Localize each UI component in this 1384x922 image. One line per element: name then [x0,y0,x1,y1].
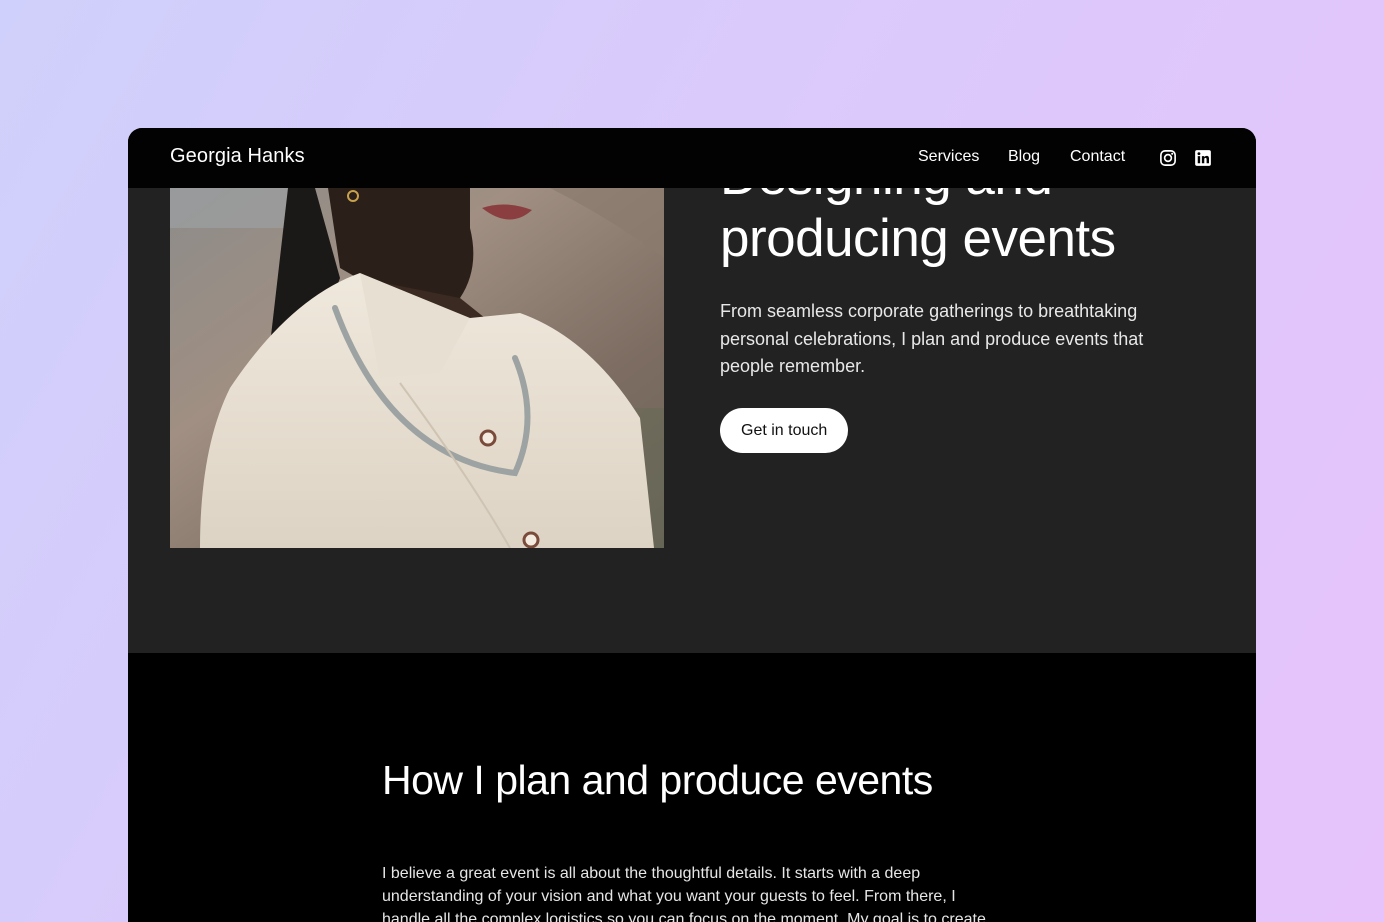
nav-contact[interactable]: Contact [1070,148,1125,166]
nav-blog[interactable]: Blog [1008,148,1040,166]
process-section: How I plan and produce events I believe … [128,653,1256,922]
process-title: How I plan and produce events [382,757,933,803]
instagram-icon[interactable] [1159,149,1177,167]
hero-portrait-photo [170,188,664,548]
site-header: Georgia Hanks Services Blog Contact [128,128,1256,188]
hero-title-line-2: producing events [720,209,1116,268]
process-body: I believe a great event is all about the… [382,865,986,922]
hero-description: From seamless corporate gatherings to br… [720,301,1144,376]
linkedin-icon[interactable] [1194,149,1212,167]
browser-frame: Georgia Hanks Services Blog Contact prod… [128,128,1256,922]
portrait-illustration [170,188,664,548]
hero-section: Designing andproducing events From seaml… [128,147,1256,653]
site-logo[interactable]: Georgia Hanks [170,145,305,168]
get-in-touch-button[interactable]: Get in touch [720,408,849,453]
nav-services[interactable]: Services [918,148,979,166]
